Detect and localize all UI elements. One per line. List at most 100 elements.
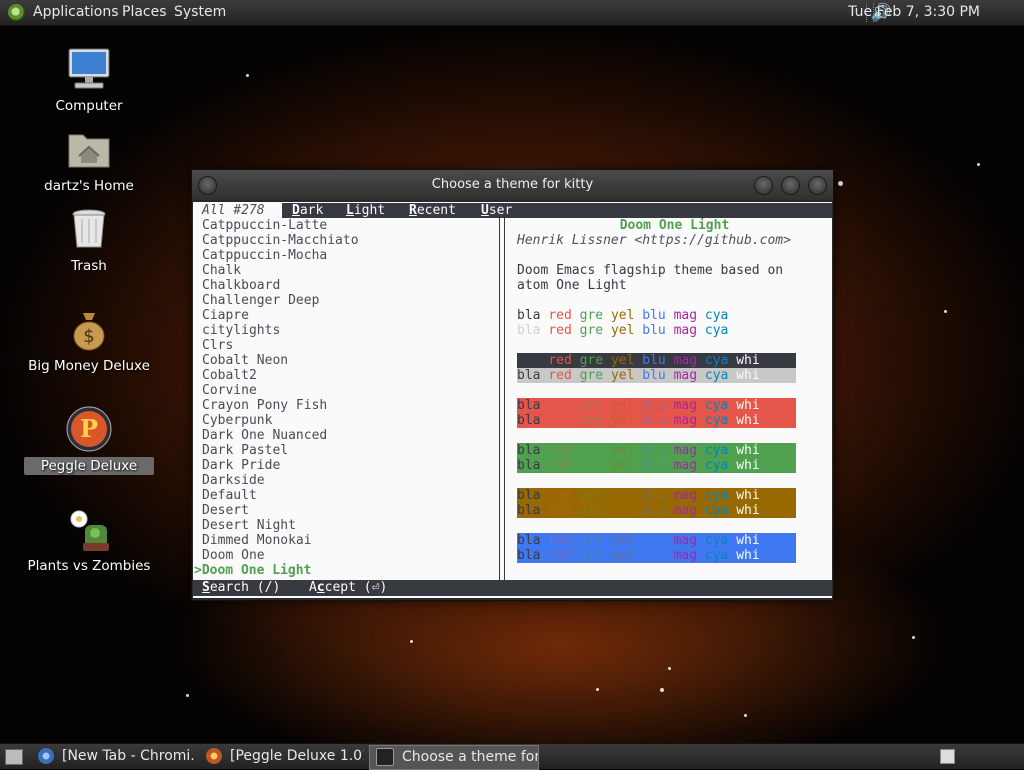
show-desktop-icon[interactable] — [5, 749, 23, 765]
theme-list-item[interactable]: Dark One Nuanced — [202, 428, 502, 443]
window-menu-button[interactable] — [198, 176, 217, 195]
theme-list-item[interactable]: Doom One — [202, 548, 502, 563]
menu-applications[interactable]: Applications — [33, 4, 119, 20]
terminal-area[interactable]: All #278 Dark Light Recent User Catppucc… — [193, 202, 832, 598]
color-sample: gre — [579, 308, 604, 323]
color-swatch-block: bla red gre yel blu mag cya whi bla red g… — [517, 398, 796, 428]
theme-list-item[interactable]: Darkside — [202, 473, 502, 488]
theme-list-item[interactable]: Clrs — [202, 338, 502, 353]
theme-list-item[interactable]: citylights — [202, 323, 502, 338]
color-sample: mag — [673, 533, 698, 548]
color-sample: blu — [642, 323, 666, 338]
color-sample: gre — [579, 413, 604, 428]
color-sample: blu — [642, 398, 666, 413]
theme-list-item[interactable]: Catppuccin-Macchiato — [202, 233, 502, 248]
color-sample: mag — [673, 443, 698, 458]
window-titlebar[interactable]: Choose a theme for kitty — [192, 170, 833, 200]
color-sample: bla — [517, 443, 541, 458]
tab-user[interactable]: User — [481, 203, 512, 218]
task-chromium[interactable]: [New Tab - Chromi... — [32, 745, 194, 768]
color-swatch-block: bla red gre yel blu mag cya bla red gre … — [517, 308, 796, 338]
peggle-icon — [206, 748, 222, 764]
theme-list-item[interactable]: Desert Night — [202, 518, 502, 533]
task-theme-chooser[interactable]: Choose a theme for ... — [369, 745, 539, 770]
tab-light[interactable]: Light — [346, 203, 385, 218]
workspace-switcher[interactable] — [940, 749, 955, 764]
preview-description-line: atom One Light — [517, 278, 627, 293]
color-sample: gre — [579, 533, 604, 548]
theme-list-item[interactable]: Cobalt2 — [202, 368, 502, 383]
color-sample: bla — [517, 458, 541, 473]
color-sample: yel — [610, 398, 635, 413]
task-peggle[interactable]: [Peggle Deluxe 1.01] — [200, 745, 364, 768]
theme-list: Catppuccin-Latte Catppuccin-Macchiato Catp… — [194, 218, 502, 578]
close-button[interactable] — [808, 176, 827, 195]
theme-list-item[interactable]: Cyberpunk — [202, 413, 502, 428]
svg-text:$: $ — [83, 326, 94, 347]
color-sample: cya — [704, 308, 729, 323]
tab-dark[interactable]: Dark — [292, 203, 323, 218]
theme-list-item[interactable]: Dark Pastel — [202, 443, 502, 458]
tab-all[interactable]: All #278 — [202, 203, 265, 218]
theme-list-item[interactable]: Default — [202, 488, 502, 503]
clock[interactable]: Tue Feb 7, 3:30 PM — [848, 4, 980, 20]
tab-recent[interactable]: Recent — [409, 203, 456, 218]
menu-places[interactable]: Places — [122, 4, 167, 20]
menu-system[interactable]: System — [174, 4, 226, 20]
color-sample: whi — [736, 458, 760, 473]
color-sample: cya — [704, 443, 729, 458]
color-sample: blu — [642, 548, 666, 563]
theme-list-item[interactable]: Chalk — [202, 263, 502, 278]
theme-list-item[interactable]: Catppuccin-Latte — [202, 218, 502, 233]
color-sample: cya — [704, 488, 729, 503]
theme-list-item-selected[interactable]: >Doom One Light — [194, 563, 502, 578]
search-hint[interactable]: Search (/) — [202, 580, 280, 596]
theme-list-item[interactable]: Catppuccin-Mocha — [202, 248, 502, 263]
color-sample: gre — [579, 548, 604, 563]
color-sample: yel — [610, 443, 635, 458]
svg-text:P: P — [80, 414, 98, 443]
theme-list-item[interactable]: Desert — [202, 503, 502, 518]
color-sample: yel — [610, 503, 635, 518]
desktop-icon-computer[interactable]: Computer — [24, 45, 154, 115]
minimize-button[interactable] — [754, 176, 773, 195]
color-sample: whi — [736, 413, 760, 428]
color-sample: yel — [610, 533, 635, 548]
color-sample: gre — [579, 368, 604, 383]
theme-list-item[interactable]: Dimmed Monokai — [202, 533, 502, 548]
theme-list-item[interactable]: Corvine — [202, 383, 502, 398]
theme-list-item[interactable]: Challenger Deep — [202, 293, 502, 308]
preview-description-line: Doom Emacs flagship theme based on — [517, 263, 784, 278]
color-sample: red — [548, 308, 572, 323]
theme-list-item[interactable]: Chalkboard — [202, 278, 502, 293]
preview-author: Henrik Lissner <https://github.com> — [517, 233, 791, 248]
applications-logo-icon[interactable] — [8, 4, 25, 21]
accept-hint[interactable]: Accept (⏎) — [309, 580, 387, 596]
color-sample: blu — [642, 308, 666, 323]
color-sample: gre — [579, 488, 604, 503]
desktop-icon-label: Computer — [55, 98, 123, 114]
color-sample: mag — [673, 413, 698, 428]
color-sample: red — [548, 353, 572, 368]
color-sample: red — [548, 413, 572, 428]
desktop-icon-home[interactable]: dartz's Home — [24, 125, 154, 195]
desktop-icon-plants-vs-zombies[interactable]: Plants vs Zombies — [24, 505, 154, 575]
color-sample: gre — [579, 323, 604, 338]
desktop-icon-trash[interactable]: Trash — [24, 205, 154, 275]
top-panel: Applications Places System 🔊 Tue Feb 7, … — [0, 0, 1024, 26]
color-sample: mag — [673, 548, 698, 563]
theme-list-item[interactable]: Dark Pride — [202, 458, 502, 473]
color-sample: mag — [673, 398, 698, 413]
theme-list-item[interactable]: Crayon Pony Fish — [202, 398, 502, 413]
desktop-icon-peggle[interactable]: P Peggle Deluxe — [24, 405, 154, 475]
color-sample: bla — [517, 488, 541, 503]
color-swatch-block: bla red gre yel blu mag cya whi bla red g… — [517, 353, 796, 383]
color-sample: bla — [517, 368, 541, 383]
color-sample: mag — [673, 458, 698, 473]
theme-list-item[interactable]: Ciapre — [202, 308, 502, 323]
theme-list-item[interactable]: Cobalt Neon — [202, 353, 502, 368]
maximize-button[interactable] — [781, 176, 800, 195]
desktop-icon-big-money[interactable]: $ Big Money Deluxe — [24, 305, 154, 375]
color-sample: yel — [610, 308, 635, 323]
computer-icon — [65, 45, 113, 93]
